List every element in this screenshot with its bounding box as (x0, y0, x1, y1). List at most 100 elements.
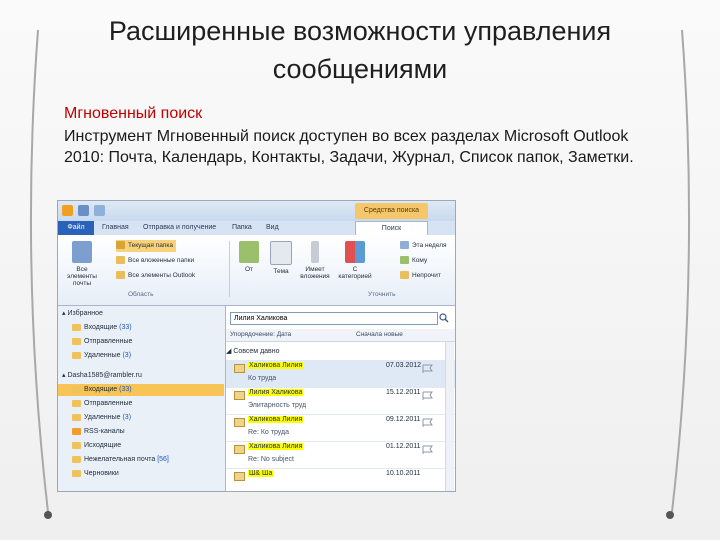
message-sender: Лилия Халикова (248, 389, 304, 396)
person-icon (239, 241, 259, 263)
tab-view[interactable]: Вид (266, 221, 279, 235)
current-folder-button[interactable]: Текущая папка (116, 240, 176, 252)
folder-icon (72, 469, 81, 477)
sort-order-button[interactable]: Сначала новые (356, 329, 403, 341)
nav-sent[interactable]: Отправленные (72, 398, 132, 410)
outlook-logo-icon[interactable] (62, 205, 73, 216)
message-row[interactable]: Лилия Халикова Элитарность труд 15.12.20… (226, 387, 455, 415)
ribbon-tabs: Файл Главная Отправка и получение Папка … (58, 221, 455, 236)
nav-drafts[interactable]: Черновики (72, 468, 119, 480)
refine-group-label: Уточнить (368, 291, 396, 298)
instant-search-input[interactable]: Лилия Халикова (230, 312, 438, 325)
all-outlook-items-button[interactable]: Все элементы Outlook (116, 270, 195, 282)
undo-icon[interactable] (94, 205, 105, 216)
calendar-icon (400, 241, 409, 250)
subfolders-icon (116, 256, 125, 265)
folder-icon (72, 399, 81, 407)
paperclip-icon (311, 241, 319, 263)
magnifier-envelope-icon (72, 241, 92, 263)
unread-button[interactable]: Непрочит (400, 270, 441, 282)
folder-icon (72, 337, 81, 345)
tab-send-receive[interactable]: Отправка и получение (143, 221, 216, 235)
outlook-items-icon (116, 271, 125, 280)
envelope-icon (400, 271, 409, 280)
message-row[interactable]: Халикова Лилия Re: Ко труда 09.12.2011 (226, 414, 455, 442)
bullet-dot-right (666, 511, 674, 519)
message-subject: Ко труда (248, 375, 277, 382)
envelope-icon (234, 391, 245, 400)
group-header[interactable]: ◢ Совсем давно (226, 347, 280, 355)
has-attachments-button[interactable]: Имеет вложения (298, 239, 332, 285)
nav-rss[interactable]: RSS-каналы (72, 426, 125, 438)
message-subject: Re: Ко труда (248, 429, 290, 436)
flag-icon[interactable] (421, 391, 435, 401)
message-row[interactable]: Халикова Лилия Ко труда 07.03.2012 (226, 360, 455, 388)
account-header[interactable]: ▴ Dasha1585@rambler.ru (62, 370, 142, 382)
context-tab-search-tools: Средства поиска (355, 203, 428, 219)
body-text: Инструмент Мгновенный поиск доступен во … (64, 128, 634, 166)
nav-deleted[interactable]: Удаленные (3) (72, 412, 131, 424)
folder-icon (72, 441, 81, 449)
folder-icon (72, 455, 81, 463)
sent-to-icon (400, 256, 409, 265)
folder-icon (72, 385, 81, 393)
folder-icon (72, 323, 81, 331)
envelope-icon (234, 472, 245, 481)
subject-button[interactable]: Тема (264, 239, 298, 285)
message-row[interactable]: Ш& Ша 10.10.2011 (226, 468, 455, 491)
flag-icon[interactable] (421, 445, 435, 455)
message-sender: Ш& Ша (248, 470, 274, 477)
nav-outbox[interactable]: Исходящие (72, 440, 121, 452)
message-sender: Халикова Лилия (248, 362, 304, 369)
rss-icon (72, 427, 81, 435)
slide-title-line1: Расширенные возможности управления (108, 16, 612, 46)
envelope-icon (234, 364, 245, 373)
flag-icon[interactable] (421, 418, 435, 428)
section-heading: Мгновенный поиск (64, 105, 203, 122)
message-sender: Халикова Лилия (248, 443, 304, 450)
envelope-icon (234, 418, 245, 427)
sort-by-button[interactable]: Упорядочение: Дата (230, 329, 291, 341)
nav-deleted-favorite[interactable]: Удаленные (3) (72, 350, 131, 362)
outlook-screenshot: Средства поиска Файл Главная Отправка и … (57, 200, 456, 492)
message-date: 01.12.2011 (386, 443, 421, 450)
tab-search[interactable]: Поиск (355, 221, 428, 236)
envelope-icon (234, 445, 245, 454)
list-scrollbar[interactable] (445, 342, 454, 491)
document-icon (270, 241, 292, 265)
categorized-button[interactable]: С категорией (336, 239, 374, 285)
bullet-dot-left (44, 511, 52, 519)
nav-inbox-favorite[interactable]: Входящие (33) (72, 322, 132, 334)
flag-icon[interactable] (421, 364, 435, 374)
all-subfolders-button[interactable]: Все вложенные папки (116, 255, 194, 267)
categories-icon (345, 241, 365, 263)
nav-sent-favorite[interactable]: Отправленные (72, 336, 132, 348)
slide-title-line2: сообщениями (272, 54, 448, 84)
search-icon[interactable] (439, 313, 449, 323)
message-date: 10.10.2011 (386, 470, 421, 477)
navigation-pane: ▴ Избранное Входящие (33) Отправленные У… (58, 306, 226, 491)
ribbon-separator (229, 241, 230, 297)
send-receive-icon[interactable] (78, 205, 89, 216)
message-date: 15.12.2011 (386, 389, 421, 396)
tab-home[interactable]: Главная (102, 221, 129, 235)
tab-folder[interactable]: Папка (232, 221, 252, 235)
folder-icon (72, 413, 81, 421)
sent-to-button[interactable]: Кому (400, 255, 427, 267)
from-button[interactable]: От (232, 239, 266, 285)
nav-junk[interactable]: Нежелательная почта [56] (72, 454, 169, 466)
ribbon: Все элементы почты Текущая папка Все вло… (58, 235, 455, 306)
message-date: 07.03.2012 (386, 362, 422, 369)
this-week-button[interactable]: Эта неделя (400, 240, 447, 252)
tab-file[interactable]: Файл (58, 221, 94, 235)
message-subject: Re: No subject (248, 456, 294, 463)
list-header: Упорядочение: Дата Сначала новые (226, 329, 455, 342)
all-mail-items-button[interactable]: Все элементы почты (62, 239, 102, 287)
nav-inbox[interactable]: Входящие (33) (58, 384, 224, 396)
slide-title: Расширенные возможности управления сообщ… (0, 12, 720, 88)
message-row[interactable]: Халикова Лилия Re: No subject 01.12.2011 (226, 441, 455, 469)
favorites-header[interactable]: ▴ Избранное (62, 308, 103, 320)
message-date: 09.12.2011 (386, 416, 421, 423)
message-sender: Халикова Лилия (248, 416, 304, 423)
folder-icon (72, 351, 81, 359)
